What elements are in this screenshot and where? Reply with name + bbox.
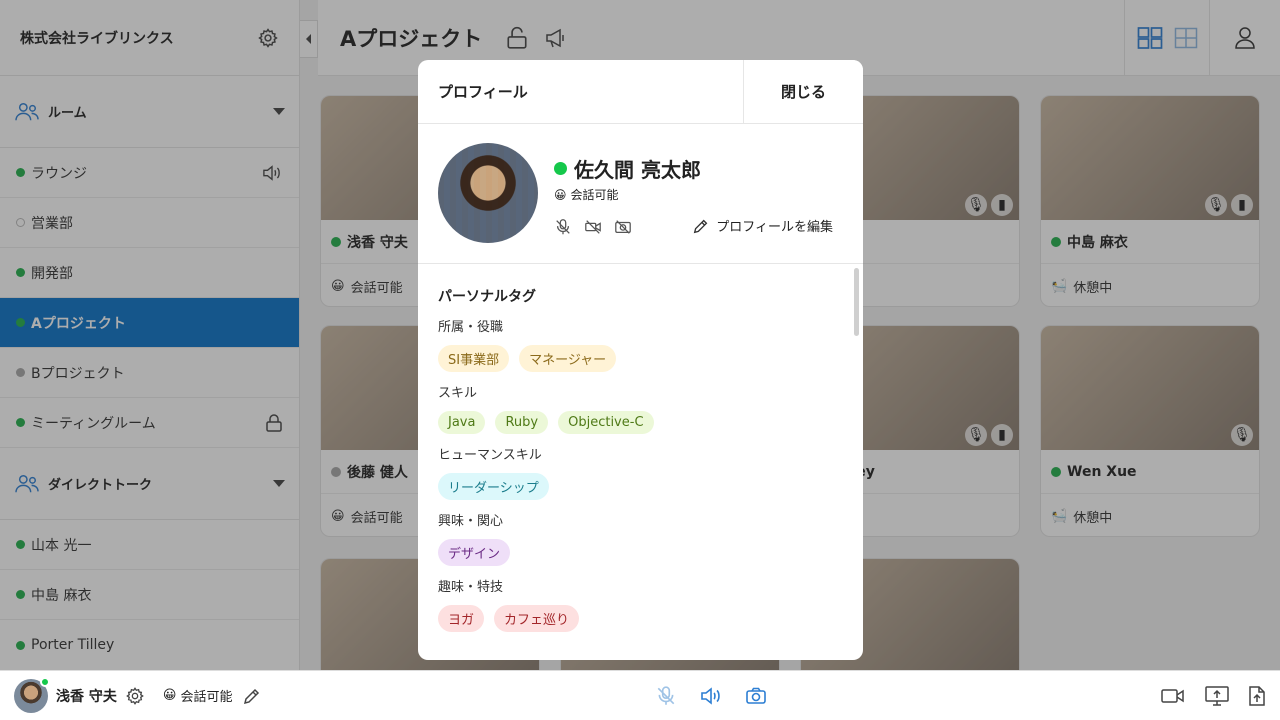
- mic-off-icon[interactable]: [655, 685, 677, 707]
- gear-icon[interactable]: [125, 686, 145, 706]
- tag-chip: デザイン: [438, 539, 511, 566]
- modal-header: プロフィール 閉じる: [418, 60, 863, 124]
- tag-chip: Ruby: [495, 411, 549, 434]
- tag-group-label: 所属・役職: [438, 320, 504, 335]
- camera-icon[interactable]: [745, 686, 767, 706]
- edit-profile-label: プロフィールを編集: [716, 220, 833, 235]
- tag-row: Java Ruby Objective-C: [438, 411, 843, 434]
- tag-chip: SI事業部: [438, 345, 510, 372]
- bottom-toolbar: 浅香 守夫 😀 会話可能: [0, 670, 1280, 720]
- file-upload-icon[interactable]: [1248, 685, 1266, 707]
- personal-tags-title: パーソナルタグ: [438, 289, 536, 305]
- tag-chip: ヨガ: [438, 605, 485, 632]
- tag-chip: リーダーシップ: [438, 473, 549, 500]
- profile-summary: 佐久間 亮太郎 😀 会話可能 プロフィールを編集: [418, 124, 863, 264]
- tag-group-label: スキル: [438, 386, 478, 401]
- online-status-dot: [554, 162, 567, 175]
- camera-off-icon: [614, 218, 632, 236]
- tag-group-label: 趣味・特技: [438, 580, 504, 595]
- my-name: 浅香 守夫: [56, 688, 117, 705]
- tag-chip: Java: [438, 411, 486, 434]
- pencil-icon: [692, 217, 710, 235]
- tag-chip: カフェ巡り: [494, 605, 580, 632]
- edit-profile-button[interactable]: プロフィールを編集: [692, 216, 833, 235]
- tag-chip: マネージャー: [519, 345, 617, 372]
- personal-tags: パーソナルタグ 所属・役職 SI事業部 マネージャー スキル Java Ruby…: [418, 264, 863, 660]
- tag-group-label: 興味・関心: [438, 514, 504, 529]
- tag-row: SI事業部 マネージャー: [438, 345, 843, 372]
- avatar: [438, 143, 538, 243]
- profile-modal: プロフィール 閉じる 佐久間 亮太郎 😀 会話可能 プロフィールを編集 パーソナ…: [418, 60, 863, 660]
- video-off-icon: [584, 218, 602, 236]
- scrollbar-thumb[interactable]: [854, 268, 859, 336]
- profile-name: 佐久間 亮太郎: [574, 158, 701, 182]
- tag-row: リーダーシップ: [438, 473, 843, 500]
- modal-title: プロフィール: [438, 83, 528, 101]
- online-status-dot: [40, 676, 50, 687]
- tag-chip: Objective-C: [558, 411, 654, 434]
- tag-row: ヨガ カフェ巡り: [438, 605, 843, 632]
- profile-media-status: [554, 218, 632, 236]
- video-camera-icon[interactable]: [1160, 686, 1186, 706]
- profile-status: 😀 会話可能: [554, 187, 619, 203]
- avatar[interactable]: [14, 676, 50, 713]
- tag-group-label: ヒューマンスキル: [438, 448, 542, 463]
- close-button[interactable]: 閉じる: [743, 60, 863, 123]
- tag-row: デザイン: [438, 539, 843, 566]
- screen-share-icon[interactable]: [1204, 685, 1230, 707]
- mic-off-icon: [554, 218, 572, 236]
- pencil-icon[interactable]: [242, 686, 262, 706]
- my-status[interactable]: 😀 会話可能: [163, 686, 233, 705]
- speaker-icon[interactable]: [699, 685, 723, 707]
- profile-name-row: 佐久間 亮太郎: [554, 154, 701, 183]
